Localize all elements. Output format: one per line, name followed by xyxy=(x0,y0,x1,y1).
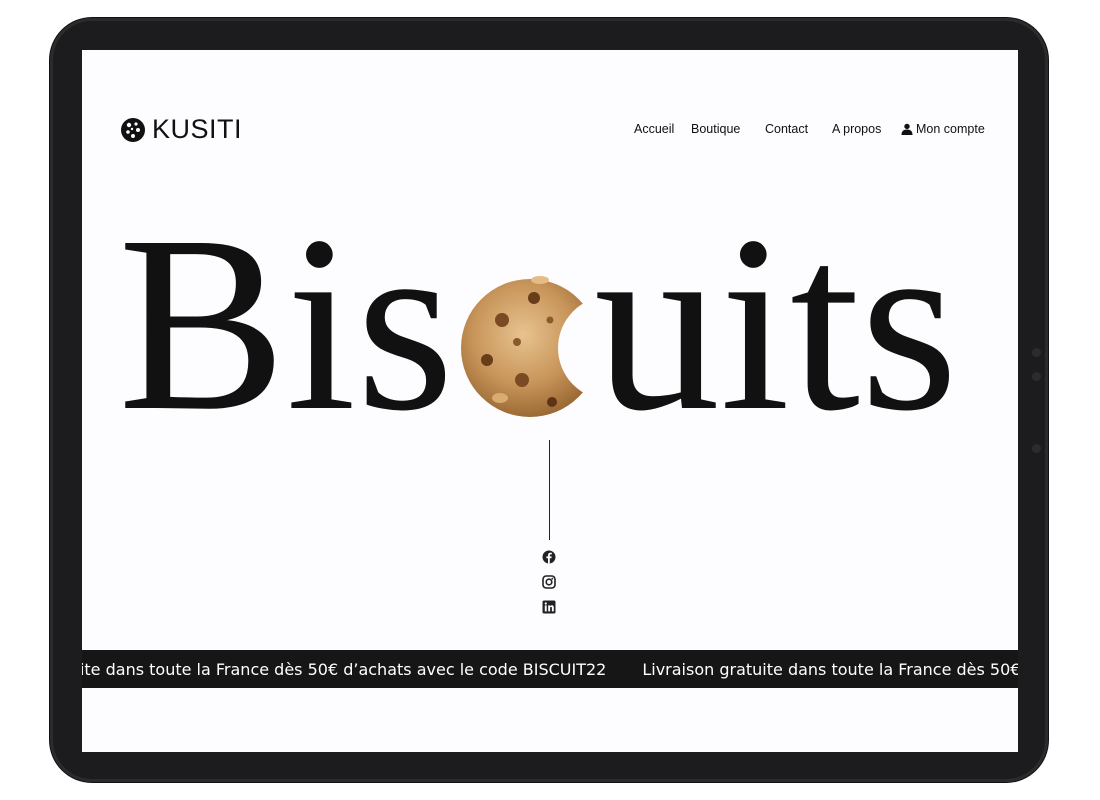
hero-heading: Bis uits xyxy=(82,170,1018,463)
nav-a-propos[interactable]: A propos xyxy=(832,122,881,136)
nav-accueil[interactable]: Accueil xyxy=(634,122,674,136)
nav-contact[interactable]: Contact xyxy=(765,122,808,136)
promo-banner: Livraison gratuite dans toute la France … xyxy=(82,650,1018,688)
nav-boutique[interactable]: Boutique xyxy=(691,122,740,136)
hero-word-left: Bis xyxy=(118,183,454,430)
facebook-link[interactable] xyxy=(542,550,556,564)
bitten-cookie-image xyxy=(461,276,599,417)
vertical-divider xyxy=(549,440,550,540)
side-button xyxy=(1032,444,1041,453)
instagram-icon xyxy=(542,575,556,589)
side-button xyxy=(1032,348,1041,357)
tablet-frame: KUSITI Accueil Boutique Contact A propos… xyxy=(50,18,1048,782)
linkedin-icon xyxy=(542,600,556,614)
promo-text: Livraison gratuite dans toute la France … xyxy=(642,659,1018,679)
nav-mon-compte-label: Mon compte xyxy=(916,122,985,136)
screen: KUSITI Accueil Boutique Contact A propos… xyxy=(82,50,1018,752)
hero-svg: Bis uits xyxy=(118,183,958,463)
facebook-icon xyxy=(542,550,556,564)
nav-mon-compte[interactable]: Mon compte xyxy=(901,122,985,136)
promo-marquee: Livraison gratuite dans toute la France … xyxy=(82,650,1018,688)
promo-text: Livraison gratuite dans toute la France … xyxy=(82,659,607,679)
side-button xyxy=(1032,372,1041,381)
page-below-banner xyxy=(82,688,1018,752)
user-icon xyxy=(901,123,913,135)
hero-word-right: uits xyxy=(594,183,958,430)
instagram-link[interactable] xyxy=(542,575,556,589)
main-nav: Accueil Boutique Contact A propos Mon co… xyxy=(82,122,1018,142)
linkedin-link[interactable] xyxy=(542,600,556,614)
